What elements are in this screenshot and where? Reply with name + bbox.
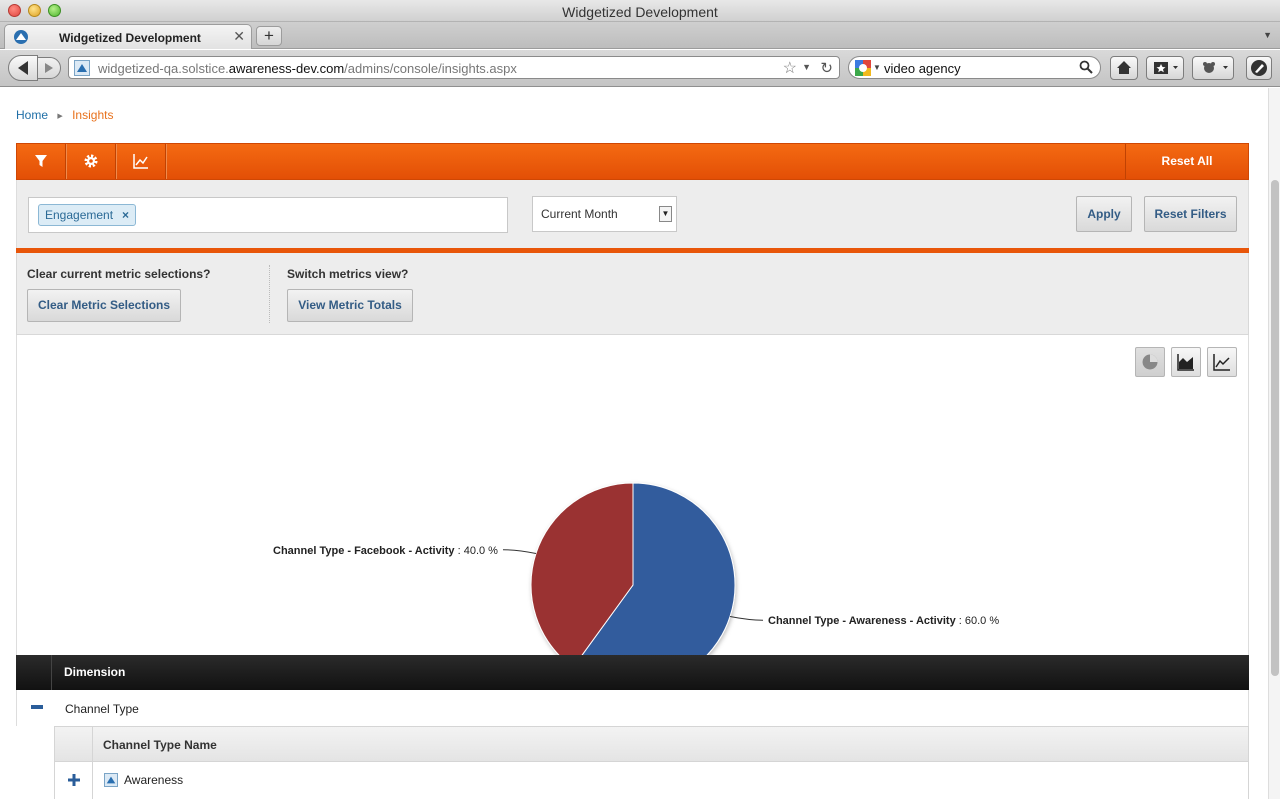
metric-tag-input[interactable]: Engagement × bbox=[28, 197, 508, 233]
pie-chart: Channel Type - Awareness - Activity : 60… bbox=[273, 482, 999, 655]
page-content: Home ▶ Insights Reset All Engagement × C… bbox=[0, 88, 1268, 799]
home-button[interactable] bbox=[1110, 56, 1138, 80]
breadcrumb: Home ▶ Insights bbox=[16, 108, 113, 122]
breadcrumb-home-link[interactable]: Home bbox=[16, 108, 48, 122]
navigation-toolbar: widgetized-qa.solstice.awareness-dev.com… bbox=[0, 50, 1280, 87]
filter-icon bbox=[35, 155, 47, 167]
page-scrollbar[interactable] bbox=[1268, 88, 1280, 799]
bookmarks-button[interactable] bbox=[1146, 56, 1184, 80]
subgrid-expand-column bbox=[55, 727, 93, 762]
back-arrow-icon bbox=[18, 61, 28, 75]
channel-logo-icon bbox=[104, 773, 118, 787]
pie-data-label: Channel Type - Awareness - Activity : 60… bbox=[768, 615, 999, 627]
breadcrumb-current: Insights bbox=[72, 108, 114, 122]
engagement-tag: Engagement × bbox=[38, 204, 137, 226]
bookmark-star-icon[interactable]: ☆ bbox=[783, 58, 797, 78]
breadcrumb-separator-icon: ▶ bbox=[57, 113, 63, 120]
window-title: Widgetized Development bbox=[562, 4, 718, 20]
url-text: widgetized-qa.solstice.awareness-dev.com… bbox=[98, 61, 517, 76]
switch-metrics-question: Switch metrics view? bbox=[287, 267, 409, 281]
new-tab-button[interactable]: + bbox=[256, 26, 282, 46]
site-identity-icon bbox=[74, 60, 90, 76]
apply-button[interactable]: Apply bbox=[1076, 196, 1132, 232]
dimension-column-header[interactable]: Dimension bbox=[64, 665, 125, 679]
pie-data-label: Channel Type - Facebook - Activity : 40.… bbox=[273, 545, 498, 557]
pie-connector-line bbox=[502, 549, 537, 554]
subgrid-header: Channel Type Name bbox=[55, 727, 1248, 762]
table-row: Channel Type bbox=[16, 690, 1249, 726]
grid-expand-column bbox=[16, 655, 52, 690]
dropdown-arrow-icon: ▼ bbox=[659, 206, 672, 222]
settings-button[interactable] bbox=[67, 144, 117, 179]
reset-all-button[interactable]: Reset All bbox=[1125, 144, 1248, 179]
channel-type-name-header[interactable]: Channel Type Name bbox=[103, 738, 217, 752]
home-icon bbox=[1117, 61, 1131, 74]
forward-arrow-icon bbox=[45, 63, 53, 73]
window-titlebar: Widgetized Development bbox=[0, 0, 1280, 22]
clear-metrics-question: Clear current metric selections? bbox=[27, 267, 211, 281]
pencil-icon bbox=[1251, 60, 1267, 76]
panel-divider bbox=[269, 265, 270, 323]
row-label: Awareness bbox=[124, 773, 184, 787]
browser-tab[interactable]: Widgetized Development ✕ bbox=[4, 24, 252, 49]
subrow-expand-cell bbox=[55, 762, 93, 799]
pie-connector-line bbox=[729, 616, 764, 621]
insights-toolbar: Reset All bbox=[16, 143, 1249, 180]
tab-close-icon[interactable]: ✕ bbox=[233, 28, 245, 45]
tag-remove-icon[interactable]: × bbox=[122, 205, 129, 225]
bookmarks-icon bbox=[1154, 62, 1178, 74]
back-button[interactable] bbox=[8, 55, 38, 81]
reset-filters-button[interactable]: Reset Filters bbox=[1144, 196, 1237, 232]
site-favicon-icon bbox=[14, 30, 28, 44]
sync-button[interactable] bbox=[1246, 56, 1272, 80]
scrollbar-thumb[interactable] bbox=[1271, 180, 1279, 676]
period-selected-value: Current Month bbox=[541, 207, 618, 221]
dimension-grid-header: Dimension bbox=[16, 655, 1249, 690]
history-buttons bbox=[8, 55, 61, 81]
channel-type-subgrid: Channel Type Name Awareness bbox=[54, 726, 1249, 799]
tab-bar: Widgetized Development ✕ + ▼ bbox=[0, 22, 1280, 49]
clear-metric-selections-button[interactable]: Clear Metric Selections bbox=[27, 289, 181, 322]
collapse-icon[interactable] bbox=[31, 705, 43, 709]
search-bar[interactable]: ▼ video agency bbox=[848, 56, 1101, 79]
chart-area: Channel Type - Awareness - Activity : 60… bbox=[16, 335, 1249, 655]
search-input[interactable]: video agency bbox=[884, 61, 961, 76]
addon-icon bbox=[1203, 62, 1228, 73]
table-row: Awareness bbox=[55, 762, 1248, 799]
search-icon[interactable] bbox=[1079, 60, 1093, 74]
filter-button[interactable] bbox=[17, 144, 67, 179]
row-label: Channel Type bbox=[65, 702, 139, 716]
period-select[interactable]: Current Month ▼ bbox=[532, 196, 677, 232]
reload-icon[interactable]: ↻ bbox=[820, 59, 833, 77]
line-chart-icon bbox=[133, 154, 148, 169]
tag-label: Engagement bbox=[45, 208, 114, 222]
addon-button[interactable] bbox=[1192, 56, 1234, 80]
expand-icon[interactable] bbox=[68, 774, 80, 786]
view-metric-totals-button[interactable]: View Metric Totals bbox=[287, 289, 413, 322]
search-engine-dropdown-icon[interactable]: ▼ bbox=[873, 63, 881, 72]
metrics-panel: Clear current metric selections? Clear M… bbox=[16, 253, 1249, 335]
url-history-dropdown-icon[interactable]: ▼ bbox=[802, 62, 811, 72]
forward-button[interactable] bbox=[37, 57, 61, 79]
tab-list-icon[interactable]: ▼ bbox=[1263, 30, 1272, 40]
address-bar[interactable]: widgetized-qa.solstice.awareness-dev.com… bbox=[68, 56, 840, 79]
google-engine-icon[interactable] bbox=[855, 60, 871, 76]
gear-icon bbox=[84, 154, 98, 168]
chart-button[interactable] bbox=[117, 144, 167, 179]
filter-panel: Engagement × Current Month ▼ Apply Reset… bbox=[16, 180, 1249, 248]
tab-title: Widgetized Development bbox=[59, 31, 201, 45]
